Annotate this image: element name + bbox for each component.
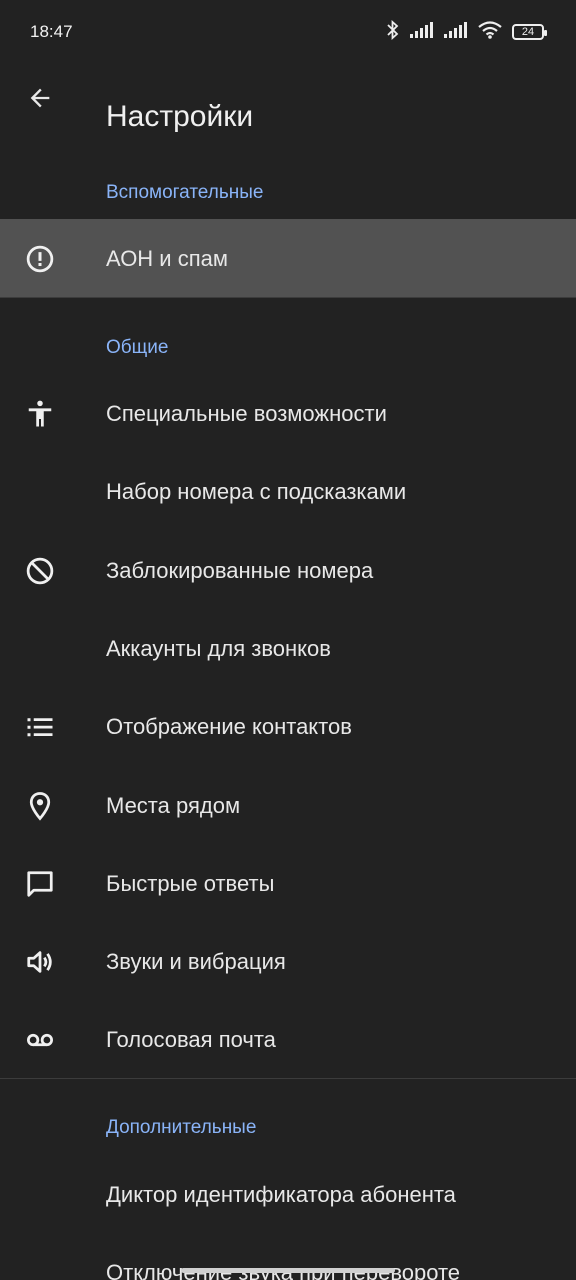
settings-item-caller-id-announcement[interactable]: Диктор идентификатора абонента xyxy=(0,1155,576,1233)
section-header-auxiliary: Вспомогательные xyxy=(106,182,264,203)
settings-item-calling-accounts[interactable]: Аккаунты для звонков xyxy=(0,609,576,687)
settings-item-sounds-vibration[interactable]: Звуки и вибрация xyxy=(0,922,576,1000)
settings-item-label: Места рядом xyxy=(106,793,241,818)
settings-item-label: Голосовая почта xyxy=(106,1027,276,1052)
location-pin-icon xyxy=(24,790,56,822)
bluetooth-icon xyxy=(386,19,400,45)
settings-item-voicemail[interactable]: Голосовая почта xyxy=(0,1000,576,1078)
battery-icon: 24 xyxy=(512,24,547,40)
accessibility-icon xyxy=(24,398,56,430)
settings-item-accessibility[interactable]: Специальные возможности xyxy=(0,374,576,452)
home-indicator[interactable] xyxy=(181,1268,395,1273)
settings-item-assisted-dialing[interactable]: Набор номера с подсказками xyxy=(0,452,576,530)
page-title: Настройки xyxy=(106,100,254,134)
section-header-additional: Дополнительные xyxy=(106,1117,257,1138)
status-icons: 24 xyxy=(386,19,547,45)
settings-item-label: Диктор идентификатора абонента xyxy=(106,1182,456,1207)
settings-item-contact-display[interactable]: Отображение контактов xyxy=(0,687,576,765)
settings-item-quick-responses[interactable]: Быстрые ответы xyxy=(0,844,576,922)
message-icon xyxy=(24,868,56,900)
alert-circle-icon xyxy=(24,243,56,275)
settings-item-label: Отображение контактов xyxy=(106,714,352,739)
signal-icon xyxy=(410,21,434,44)
divider xyxy=(0,297,576,298)
app-bar: Настройки xyxy=(0,64,576,134)
status-time: 18:47 xyxy=(30,22,73,41)
signal-icon xyxy=(444,21,468,44)
voicemail-icon xyxy=(24,1024,56,1056)
section-header-general: Общие xyxy=(106,337,169,358)
settings-item-label: Специальные возможности xyxy=(106,401,387,426)
divider xyxy=(0,1078,576,1079)
settings-item-blocked-numbers[interactable]: Заблокированные номера xyxy=(0,531,576,609)
settings-item-label: Быстрые ответы xyxy=(106,871,275,896)
settings-item-label: Заблокированные номера xyxy=(106,558,374,583)
settings-item-label: Аккаунты для звонков xyxy=(106,636,331,661)
settings-item-label: АОН и спам xyxy=(106,246,228,271)
block-icon xyxy=(24,555,56,587)
settings-item-label: Набор номера с подсказками xyxy=(106,479,407,504)
settings-item-caller-id-spam[interactable]: АОН и спам xyxy=(0,219,576,297)
arrow-back-icon xyxy=(30,88,50,108)
list-icon xyxy=(24,711,56,743)
settings-item-nearby-places[interactable]: Места рядом xyxy=(0,766,576,844)
volume-icon xyxy=(24,946,56,978)
status-bar: 18:47 24 xyxy=(0,0,576,64)
settings-item-label: Звуки и вибрация xyxy=(106,949,286,974)
back-button[interactable] xyxy=(20,78,60,118)
wifi-icon xyxy=(478,20,502,44)
